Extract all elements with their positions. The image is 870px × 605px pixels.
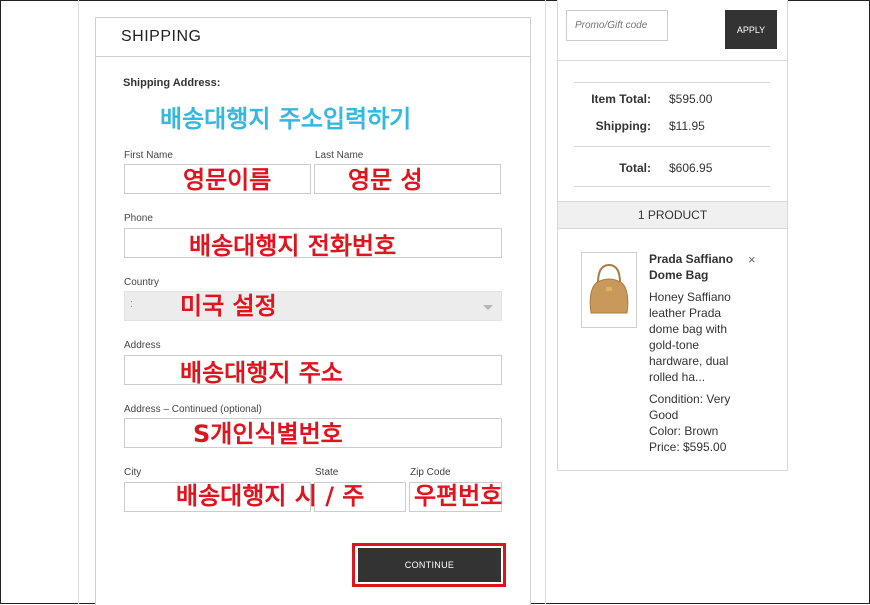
- remove-product-icon[interactable]: ×: [748, 252, 756, 267]
- continue-button[interactable]: CONTINUE: [358, 548, 501, 582]
- shipping-address-label: Shipping Address:: [123, 77, 221, 89]
- product-color: Color: Brown: [649, 424, 719, 438]
- chevron-down-icon: [483, 305, 493, 310]
- product-image[interactable]: [581, 252, 637, 328]
- apply-button[interactable]: APPLY: [725, 10, 777, 49]
- shipping-cost-value: $11.95: [669, 119, 705, 133]
- last-name-label: Last Name: [315, 150, 364, 161]
- annotation-address: 배송대행지 주소: [180, 359, 343, 387]
- annotation-city-state: 배송대행지 시 / 주: [176, 482, 365, 510]
- summary-divider: [558, 60, 787, 61]
- totals-divider-bottom: [574, 186, 770, 187]
- shipping-header: SHIPPING: [96, 18, 530, 57]
- item-total-label: Item Total:: [591, 92, 651, 106]
- product-count: 1 PRODUCT: [558, 201, 787, 229]
- zip-label: Zip Code: [410, 467, 451, 478]
- country-label: Country: [124, 277, 160, 288]
- page-divider-middle: [545, 0, 546, 604]
- totals-divider-middle: [574, 146, 770, 147]
- page-divider-left: [78, 0, 79, 604]
- address-label: Address: [124, 340, 161, 351]
- product-description: Honey Saffiano leather Prada dome bag wi…: [649, 290, 731, 384]
- first-name-label: First Name: [124, 150, 173, 161]
- annotation-phone: 배송대행지 전화번호: [189, 232, 397, 260]
- annotation-address2: S개인식별번호: [193, 420, 343, 448]
- annotation-zip: 우편번호: [414, 482, 503, 510]
- product-condition: Condition: Very Good: [649, 392, 731, 422]
- totals-divider-top: [574, 82, 770, 83]
- product-price: Price: $595.00: [649, 440, 727, 454]
- order-summary: APPLY Item Total: $595.00 Shipping: $11.…: [557, 0, 788, 471]
- annotation-shipping-title: 배송대행지 주소입력하기: [160, 105, 412, 133]
- annotation-last-name: 영문 성: [348, 166, 423, 194]
- total-value: $606.95: [669, 161, 713, 175]
- city-label: City: [124, 467, 142, 478]
- promo-code-field[interactable]: [566, 10, 668, 41]
- shipping-title: SHIPPING: [121, 28, 202, 45]
- country-value: :: [130, 298, 134, 310]
- shipping-cost-label: Shipping:: [595, 119, 651, 133]
- state-label: State: [315, 467, 339, 478]
- annotation-country: 미국 설정: [180, 292, 277, 320]
- address2-label: Address – Continued (optional): [124, 404, 262, 415]
- handbag-icon: [589, 263, 629, 314]
- annotation-first-name: 영문이름: [183, 166, 272, 194]
- promo-code-input[interactable]: [567, 11, 667, 40]
- total-label: Total:: [619, 161, 651, 175]
- product-name[interactable]: Prada Saffiano Dome Bag: [649, 251, 749, 283]
- phone-label: Phone: [124, 213, 153, 224]
- product-details: Condition: Very Good Color: Brown Price:…: [649, 391, 759, 455]
- item-total-value: $595.00: [669, 92, 713, 106]
